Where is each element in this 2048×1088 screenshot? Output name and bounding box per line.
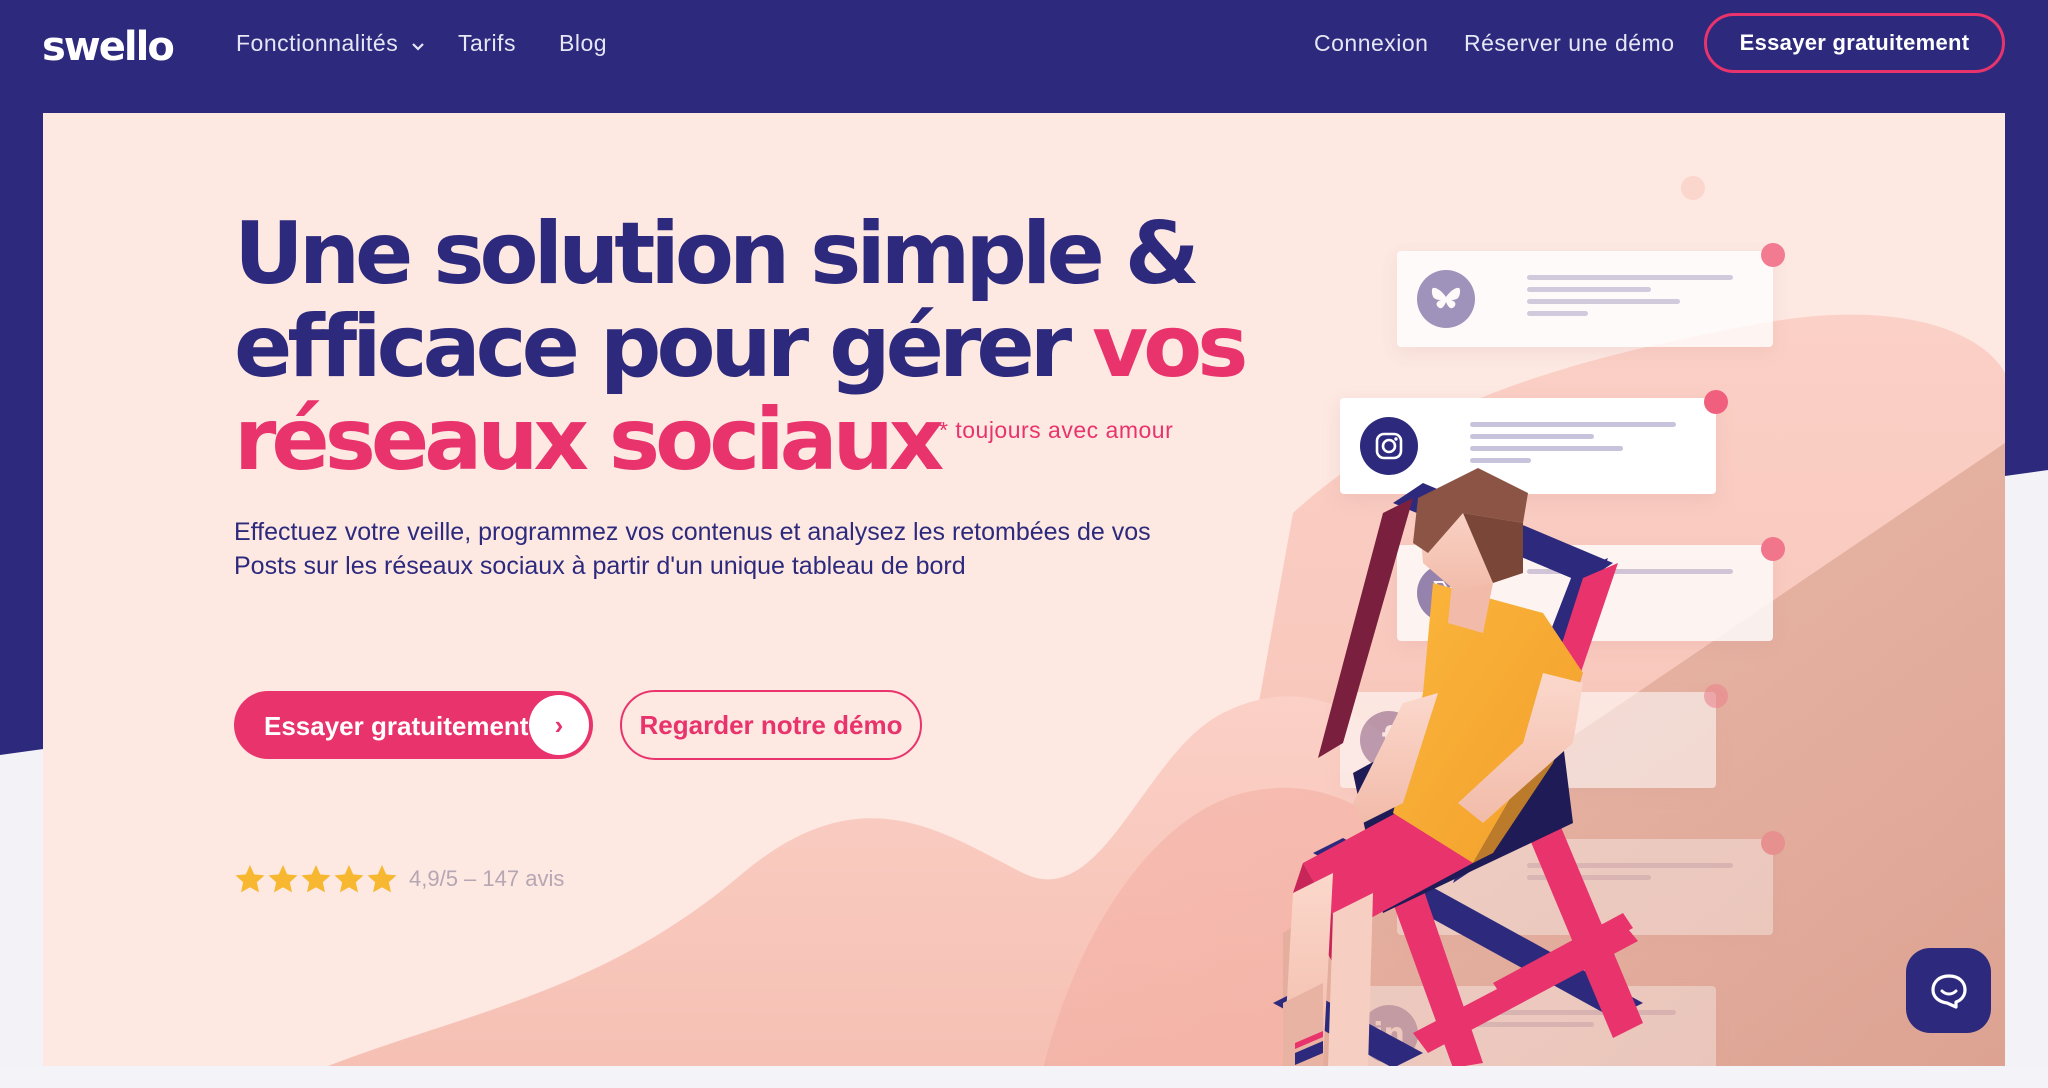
chat-support-button[interactable] (1906, 948, 1991, 1033)
headline-line-2-navy: efficace pour gérer (234, 297, 1093, 397)
content-below-fold (0, 1066, 2048, 1088)
social-card-bluesky (1397, 243, 1785, 347)
nav-item-label: Fonctionnalités (236, 30, 399, 56)
bluesky-icon (1417, 270, 1475, 328)
watch-demo-button[interactable]: Regarder notre démo (620, 690, 922, 760)
star-icon (268, 865, 298, 893)
top-navigation: swello Fonctionnalités Tarifs Blog Conne… (0, 0, 2048, 112)
hero-section: Une solution simple & efficace pour gére… (43, 113, 2005, 1068)
hero-subtitle: Effectuez votre veille, programmez vos c… (234, 518, 1151, 580)
star-icon (334, 865, 364, 893)
card-text-line (1527, 275, 1733, 280)
card-ghost-top (1396, 128, 1766, 143)
headline-line-2-pink: vos (1092, 297, 1248, 397)
nav-try-free-button[interactable]: Essayer gratuitement (1704, 13, 2005, 73)
card-text-line (1527, 299, 1680, 304)
hero-headline: Une solution simple & efficace pour gére… (234, 208, 1334, 487)
star-icon (301, 865, 331, 893)
swello-logo[interactable]: swello (42, 24, 175, 70)
rating-stars (234, 863, 399, 895)
star-icon (235, 865, 265, 893)
nav-item-tarifs[interactable]: Tarifs (458, 30, 516, 57)
book-demo-link[interactable]: Réserver une démo (1464, 30, 1675, 57)
headline-footnote: * toujours avec amour (939, 417, 1174, 443)
chat-bubble-icon (1930, 973, 1967, 1009)
notification-dot (1761, 243, 1785, 267)
chevron-down-icon (411, 31, 425, 58)
card-text-line (1470, 422, 1676, 427)
chevron-right-icon: › (529, 695, 589, 755)
hero-try-free-button[interactable]: Essayer gratuitement › (234, 691, 593, 759)
notification-dot (1704, 390, 1728, 414)
card-text-line (1527, 311, 1588, 316)
nav-item-fonctionnalites[interactable]: Fonctionnalités (236, 30, 425, 58)
nav-item-blog[interactable]: Blog (559, 30, 607, 57)
card-text-line (1527, 287, 1651, 292)
rating: 4,9/5 – 147 avis (234, 863, 564, 895)
headline-line-2: efficace pour gérer vos (234, 301, 1334, 394)
rating-text: 4,9/5 – 147 avis (409, 866, 565, 891)
hero-try-free-label: Essayer gratuitement (264, 711, 529, 741)
login-link[interactable]: Connexion (1314, 30, 1428, 57)
card-text-line (1470, 434, 1594, 439)
headline-line-1: Une solution simple & (234, 204, 1200, 304)
star-icon (367, 865, 397, 893)
person-in-deckchair-illustration (1273, 468, 1643, 1068)
